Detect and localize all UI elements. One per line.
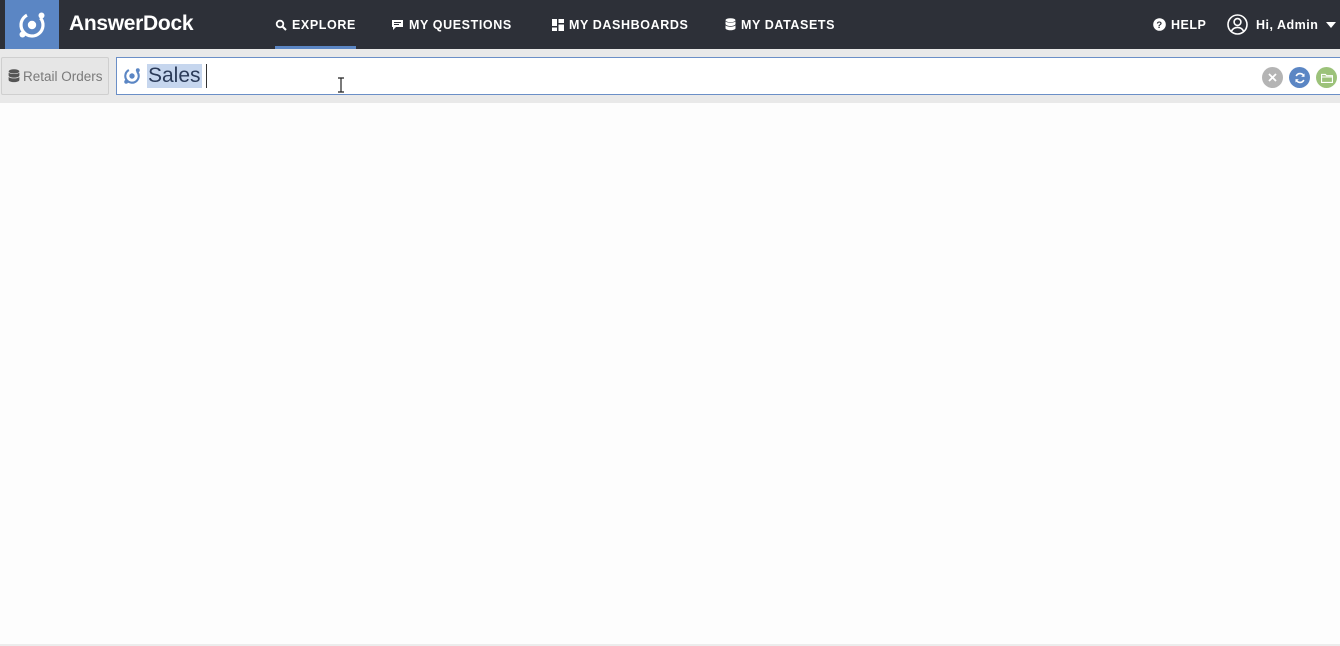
- database-icon: [8, 69, 20, 83]
- refresh-icon: [1294, 72, 1306, 84]
- search-query-text[interactable]: Sales: [147, 64, 202, 88]
- user-menu[interactable]: Hi, Admin: [1227, 0, 1337, 49]
- chat-icon: [391, 19, 404, 31]
- answerdock-logo-icon: [121, 65, 143, 87]
- help-icon: ?: [1153, 18, 1166, 31]
- app-logo[interactable]: [5, 0, 59, 49]
- refresh-button[interactable]: [1289, 67, 1310, 88]
- answerdock-logo-icon: [19, 11, 45, 38]
- nav-explore-label: EXPLORE: [292, 17, 356, 32]
- dataset-label: Retail Orders: [23, 68, 103, 84]
- database-icon: [725, 18, 736, 31]
- top-nav-bar: AnswerDock EXPLORE MY QUESTIONS MY DASHB…: [0, 0, 1340, 49]
- dataset-selector-button[interactable]: Retail Orders: [1, 57, 109, 95]
- folder-icon: [1320, 73, 1333, 83]
- nav-my-dashboards[interactable]: MY DASHBOARDS: [552, 0, 688, 49]
- search-icon: [275, 19, 287, 31]
- user-avatar-icon: [1227, 14, 1248, 35]
- text-caret: [205, 64, 207, 88]
- dashboard-icon: [552, 18, 564, 31]
- text-cursor-icon: [337, 77, 345, 98]
- close-icon: [1268, 73, 1277, 82]
- search-input[interactable]: Sales: [116, 57, 1340, 95]
- nav-my-datasets-label: MY DATASETS: [741, 17, 836, 32]
- svg-text:?: ?: [1156, 20, 1162, 31]
- brand-name: AnswerDock: [69, 12, 194, 35]
- nav-my-questions[interactable]: MY QUESTIONS: [391, 0, 512, 49]
- nav-my-datasets[interactable]: MY DATASETS: [725, 0, 835, 49]
- nav-my-questions-label: MY QUESTIONS: [409, 17, 512, 32]
- help-link[interactable]: ? HELP: [1153, 0, 1206, 49]
- user-greeting: Hi, Admin: [1256, 17, 1319, 32]
- nav-my-dashboards-label: MY DASHBOARDS: [569, 17, 689, 32]
- open-folder-button[interactable]: [1316, 67, 1337, 88]
- clear-search-button[interactable]: [1262, 67, 1283, 88]
- help-label: HELP: [1171, 17, 1207, 32]
- nav-explore[interactable]: EXPLORE: [275, 0, 356, 49]
- chevron-down-icon: [1326, 21, 1337, 28]
